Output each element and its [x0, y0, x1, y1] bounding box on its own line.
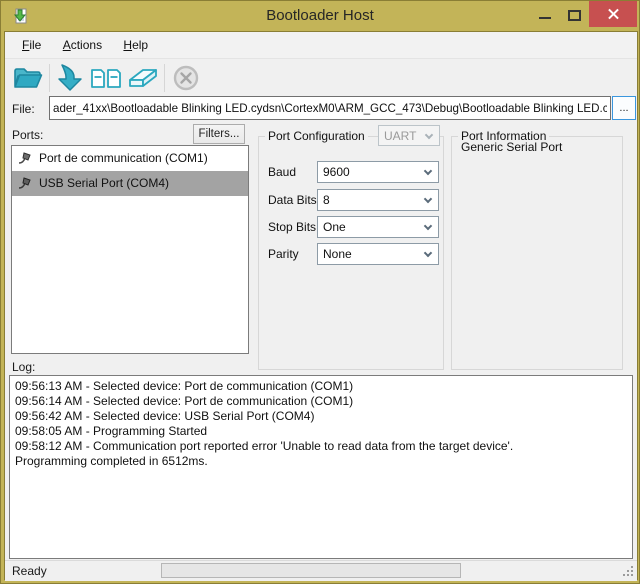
toolbar-separator: [164, 64, 165, 92]
titlebar[interactable]: Bootloader Host: [1, 1, 639, 31]
log-line: 09:58:12 AM - Communication port reporte…: [15, 439, 627, 454]
file-path-input[interactable]: [49, 96, 611, 120]
client-area: File Actions Help: [4, 31, 638, 580]
port-information-group: Port Information Generic Serial Port: [451, 136, 623, 370]
maximize-button[interactable]: [561, 1, 587, 27]
abort-button[interactable]: [168, 62, 204, 94]
log-line: Programming completed in 6512ms.: [15, 454, 627, 469]
baud-label: Baud: [268, 165, 320, 179]
erase-eraser-icon: [126, 65, 160, 91]
port-list-item[interactable]: Port de communication (COM1): [12, 146, 248, 171]
close-button[interactable]: [589, 1, 637, 27]
log-line: 09:56:13 AM - Selected device: Port de c…: [15, 379, 627, 394]
erase-button[interactable]: [125, 62, 161, 94]
filters-button[interactable]: Filters...: [193, 124, 245, 144]
program-button[interactable]: [53, 62, 89, 94]
baud-select[interactable]: 9600: [317, 161, 439, 183]
verify-documents-icon: [89, 64, 125, 92]
data-bits-select[interactable]: 8: [317, 189, 439, 211]
chevron-down-icon: [425, 131, 433, 139]
chevron-down-icon: [424, 249, 432, 257]
parity-label: Parity: [268, 247, 320, 261]
open-file-button[interactable]: [10, 62, 46, 94]
log-line: 09:56:42 AM - Selected device: USB Seria…: [15, 409, 627, 424]
serial-port-icon: [17, 150, 33, 166]
browse-button[interactable]: ...: [612, 96, 636, 120]
statusbar: Ready: [5, 560, 637, 581]
port-configuration-group: Port Configuration UART Baud 9600 Data B…: [258, 136, 444, 370]
log-label: Log:: [12, 360, 35, 374]
serial-port-icon: [17, 175, 33, 191]
stop-bits-label: Stop Bits: [268, 220, 320, 234]
progress-bar: [161, 563, 461, 578]
ports-label: Ports:: [12, 128, 43, 142]
log-line: 09:58:05 AM - Programming Started: [15, 424, 627, 439]
parity-select[interactable]: None: [317, 243, 439, 265]
ports-list: Port de communication (COM1) USB Serial …: [11, 145, 249, 354]
app-window: Bootloader Host File Actions Help: [0, 0, 640, 584]
menu-file[interactable]: File: [13, 32, 50, 58]
port-configuration-title: Port Configuration: [265, 129, 368, 143]
toolbar-separator: [49, 64, 50, 92]
chevron-down-icon: [424, 195, 432, 203]
log-output[interactable]: 09:56:13 AM - Selected device: Port de c…: [9, 375, 633, 559]
file-label: File:: [12, 102, 35, 116]
port-type-select[interactable]: UART: [378, 125, 440, 146]
log-line: 09:56:14 AM - Selected device: Port de c…: [15, 394, 627, 409]
menu-actions[interactable]: Actions: [54, 32, 111, 58]
open-file-folder-icon: [12, 64, 44, 92]
chevron-down-icon: [424, 222, 432, 230]
status-text: Ready: [12, 564, 47, 578]
toolbar: [5, 60, 637, 96]
program-download-arrow-icon: [56, 64, 86, 92]
port-list-item-selected[interactable]: USB Serial Port (COM4): [12, 171, 248, 196]
verify-button[interactable]: [89, 62, 125, 94]
minimize-icon: [539, 17, 551, 19]
menu-help[interactable]: Help: [114, 32, 157, 58]
port-information-text: Generic Serial Port: [461, 140, 562, 154]
stop-bits-select[interactable]: One: [317, 216, 439, 238]
menubar: File Actions Help: [5, 32, 637, 59]
resize-grip-icon[interactable]: [622, 566, 633, 577]
minimize-button[interactable]: [531, 1, 559, 27]
data-bits-label: Data Bits: [268, 193, 320, 207]
abort-stop-icon: [172, 64, 200, 92]
chevron-down-icon: [424, 167, 432, 175]
maximize-icon: [568, 10, 581, 21]
